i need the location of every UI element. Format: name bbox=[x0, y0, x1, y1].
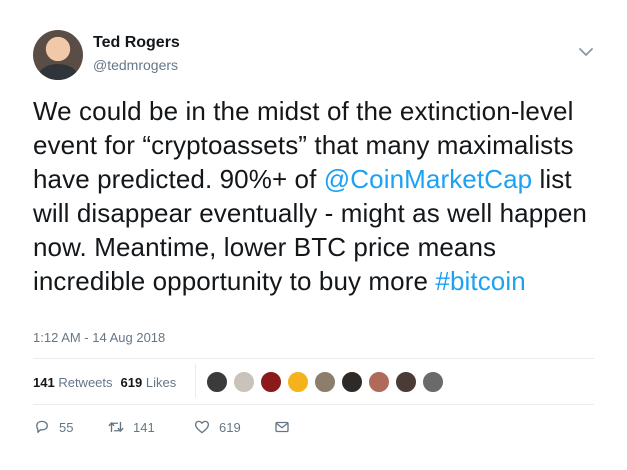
tweet-timestamp[interactable]: 1:12 AM - 14 Aug 2018 bbox=[33, 330, 165, 345]
retweet-count: 141 bbox=[133, 419, 155, 435]
retweets-count: 141 bbox=[33, 375, 55, 390]
action-bar: 55 141 619 bbox=[33, 418, 299, 436]
liker-avatar[interactable] bbox=[395, 371, 417, 393]
chevron-down-icon bbox=[579, 48, 593, 56]
likes-count: 619 bbox=[120, 375, 143, 390]
likes-stat[interactable]: 619 Likes bbox=[121, 375, 177, 390]
liker-avatar[interactable] bbox=[206, 371, 228, 393]
liker-avatar[interactable] bbox=[233, 371, 255, 393]
retweets-label: Retweets bbox=[58, 375, 113, 390]
envelope-icon bbox=[275, 421, 289, 433]
liker-avatars bbox=[206, 371, 449, 393]
avatar-shirt bbox=[39, 64, 77, 80]
likes-label: Likes bbox=[145, 375, 177, 390]
reply-icon bbox=[36, 420, 48, 433]
liker-avatar[interactable] bbox=[260, 371, 282, 393]
retweet-icon bbox=[108, 421, 124, 433]
tweet-text: We could be in the midst of the extincti… bbox=[33, 94, 593, 298]
heart-icon bbox=[194, 420, 210, 434]
liker-avatar[interactable] bbox=[341, 371, 363, 393]
divider-top bbox=[33, 358, 594, 359]
author-display-name[interactable]: Ted Rogers bbox=[93, 34, 180, 52]
reply-button[interactable]: 55 bbox=[33, 418, 107, 436]
mention-link[interactable]: @CoinMarketCap bbox=[324, 164, 532, 194]
tweet-card: Ted Rogers @tedmrogers We could be in th… bbox=[0, 0, 627, 470]
stats-divider bbox=[195, 364, 196, 398]
like-button[interactable]: 619 bbox=[193, 418, 273, 436]
liker-avatar[interactable] bbox=[314, 371, 336, 393]
divider-bottom bbox=[33, 404, 594, 405]
reply-count: 55 bbox=[59, 419, 74, 435]
hashtag-link[interactable]: #bitcoin bbox=[435, 266, 525, 296]
liker-avatar[interactable] bbox=[422, 371, 444, 393]
author-avatar[interactable] bbox=[33, 30, 83, 80]
engagement-stats: 141 Retweets 619 Likes bbox=[33, 375, 176, 390]
author-handle[interactable]: @tedmrogers bbox=[93, 57, 178, 73]
more-options-chevron-down-icon[interactable] bbox=[576, 42, 596, 62]
liker-avatar[interactable] bbox=[287, 371, 309, 393]
retweets-stat[interactable]: 141 Retweets bbox=[33, 375, 113, 390]
like-count: 619 bbox=[219, 419, 241, 435]
direct-message-button[interactable] bbox=[273, 418, 299, 436]
liker-avatar[interactable] bbox=[368, 371, 390, 393]
retweet-button[interactable]: 141 bbox=[107, 418, 193, 436]
